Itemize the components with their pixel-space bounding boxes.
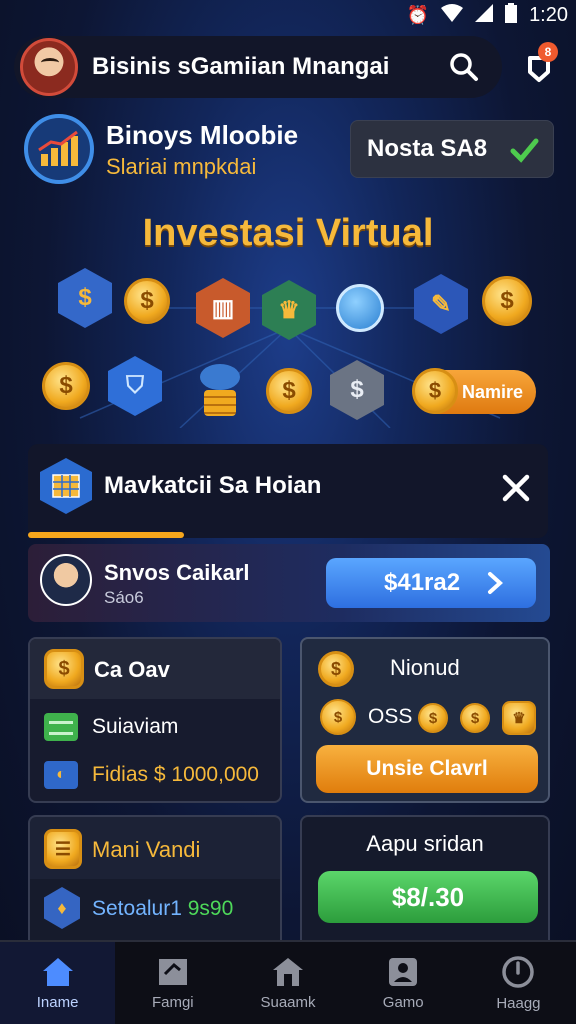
balance-card[interactable]: $ Ca Oav Suiaviam ◐ Fidias $ 1000,000	[28, 637, 282, 803]
nionud-card[interactable]: $ Nionud $ OSS $ $ ♛ Unsie Clavrl	[300, 637, 550, 803]
dollar-coin-icon: $	[320, 699, 356, 735]
hero-icons: $ $ ▥ ♛ ✎ $ $ ⛉ $ $ $ Namire	[0, 268, 576, 428]
profile-icon	[389, 957, 418, 986]
user-subtitle: Sáo6	[104, 588, 144, 607]
alarm-icon: ⏰	[406, 4, 430, 25]
dollar-coin-icon: $	[266, 368, 312, 414]
status-pill[interactable]: Nosta SA8	[350, 120, 554, 178]
close-icon[interactable]	[500, 472, 532, 504]
avatar[interactable]	[20, 38, 78, 96]
card-title: Nionud	[390, 655, 460, 680]
home-icon	[42, 957, 73, 986]
calendar-icon	[40, 458, 92, 514]
wallet-icon	[44, 713, 78, 741]
dollar-coin-icon: $	[482, 276, 532, 326]
coin-icon: $	[460, 703, 490, 733]
globe-icon	[336, 284, 384, 332]
section-title: Mavkatcii Sa Hoian	[104, 472, 322, 499]
card-title: Ca Oav	[94, 657, 170, 682]
nav-item-famgi[interactable]: Famgi	[115, 942, 230, 1024]
signal-icon	[475, 3, 494, 27]
coin-icon: $	[418, 703, 448, 733]
coin-stack-icon	[196, 364, 244, 418]
unsie-clavrl-button[interactable]: Unsie Clavrl	[316, 745, 538, 793]
brand-subtitle: Slariai mnpkdai	[106, 154, 257, 179]
dollar-coin-icon: $	[318, 651, 354, 687]
chart-logo-icon	[24, 114, 94, 184]
amount-label: $41ra2	[384, 569, 461, 596]
search-icon[interactable]	[440, 43, 488, 91]
user-avatar[interactable]	[40, 554, 92, 606]
dollar-coin-icon: $	[124, 278, 170, 324]
fidias-label: Fidias	[92, 763, 149, 786]
store-icon	[273, 957, 303, 986]
nav-label: Suaamk	[260, 993, 316, 1011]
mani-vandi-card[interactable]: ☰ Mani Vandi ♦ Setoalur1 9s90	[28, 815, 282, 955]
chat-icon	[158, 958, 187, 985]
card-title: Mani Vandi	[92, 837, 201, 862]
status-bar: ⏰ 1:20	[0, 0, 576, 30]
dollar-coin-icon: $	[42, 362, 90, 410]
card-money-icon: ◐	[44, 761, 78, 789]
section-header: Mavkatcii Sa Hoian	[28, 444, 548, 538]
user-name: Snvos Caikarl	[104, 560, 250, 585]
nav-label: Gamo	[382, 993, 424, 1011]
nav-item-suaamk[interactable]: Suaamk	[230, 942, 345, 1024]
hero-title: Investasi Virtual	[142, 212, 434, 254]
card-row-label: OSS	[368, 705, 413, 728]
power-icon	[502, 955, 535, 988]
check-icon	[509, 135, 539, 172]
name-pill-label: Namire	[462, 381, 524, 402]
card-title: Aapu sridan	[366, 831, 484, 856]
section-progress-bar	[28, 532, 184, 538]
setoalur-value: 9s90	[187, 897, 234, 920]
setoalur-row: Setoalur1 9s90	[92, 897, 233, 921]
nav-item-gamo[interactable]: Gamo	[346, 942, 461, 1024]
nav-label: Haagg	[496, 994, 541, 1012]
brand-name: Binoys Mloobie	[106, 120, 299, 150]
fidias-value: $ 1000,000	[153, 763, 259, 786]
chevron-right-icon	[486, 571, 504, 602]
notification-icon[interactable]: 8	[514, 42, 564, 92]
user-card: Snvos Caikarl Sáo6 $41ra2	[28, 544, 550, 622]
setoalur-label: Setoalur1	[92, 897, 182, 920]
dollar-coin-icon: $	[412, 368, 458, 414]
brand-row: Binoys Mloobie Slariai mnpkdai Nosta SA8	[22, 112, 562, 188]
status-time: 1:20	[529, 3, 568, 26]
fidias-row: Fidias $ 1000,000	[92, 763, 259, 787]
card-row-label: Suiaviam	[92, 715, 179, 738]
battery-icon	[505, 2, 518, 28]
nav-label: Iname	[36, 993, 79, 1011]
notification-badge: 8	[538, 42, 558, 62]
price-button[interactable]: $8/.30	[318, 871, 538, 923]
dollar-coin-icon: $	[44, 649, 84, 689]
crown-coin-icon: ♛	[502, 701, 536, 735]
amount-button[interactable]: $41ra2	[326, 558, 536, 608]
app-title: Bisinis sGamiian Mnangai	[92, 53, 390, 80]
nav-item-home[interactable]: Iname	[0, 942, 116, 1024]
bottom-nav: Iname Famgi Suaamk Gamo Haagg	[0, 940, 576, 1024]
aapu-sridan-card[interactable]: Aapu sridan $8/.30	[300, 815, 550, 955]
status-pill-label: Nosta SA8	[367, 135, 488, 162]
nav-item-haagg[interactable]: Haagg	[461, 942, 576, 1024]
name-pill-button[interactable]: $ Namire	[412, 368, 536, 414]
list-badge-icon: ☰	[44, 829, 82, 869]
wifi-icon	[441, 3, 464, 27]
top-bar: Bisinis sGamiian Mnangai	[14, 36, 502, 98]
nav-label: Famgi	[151, 993, 194, 1011]
